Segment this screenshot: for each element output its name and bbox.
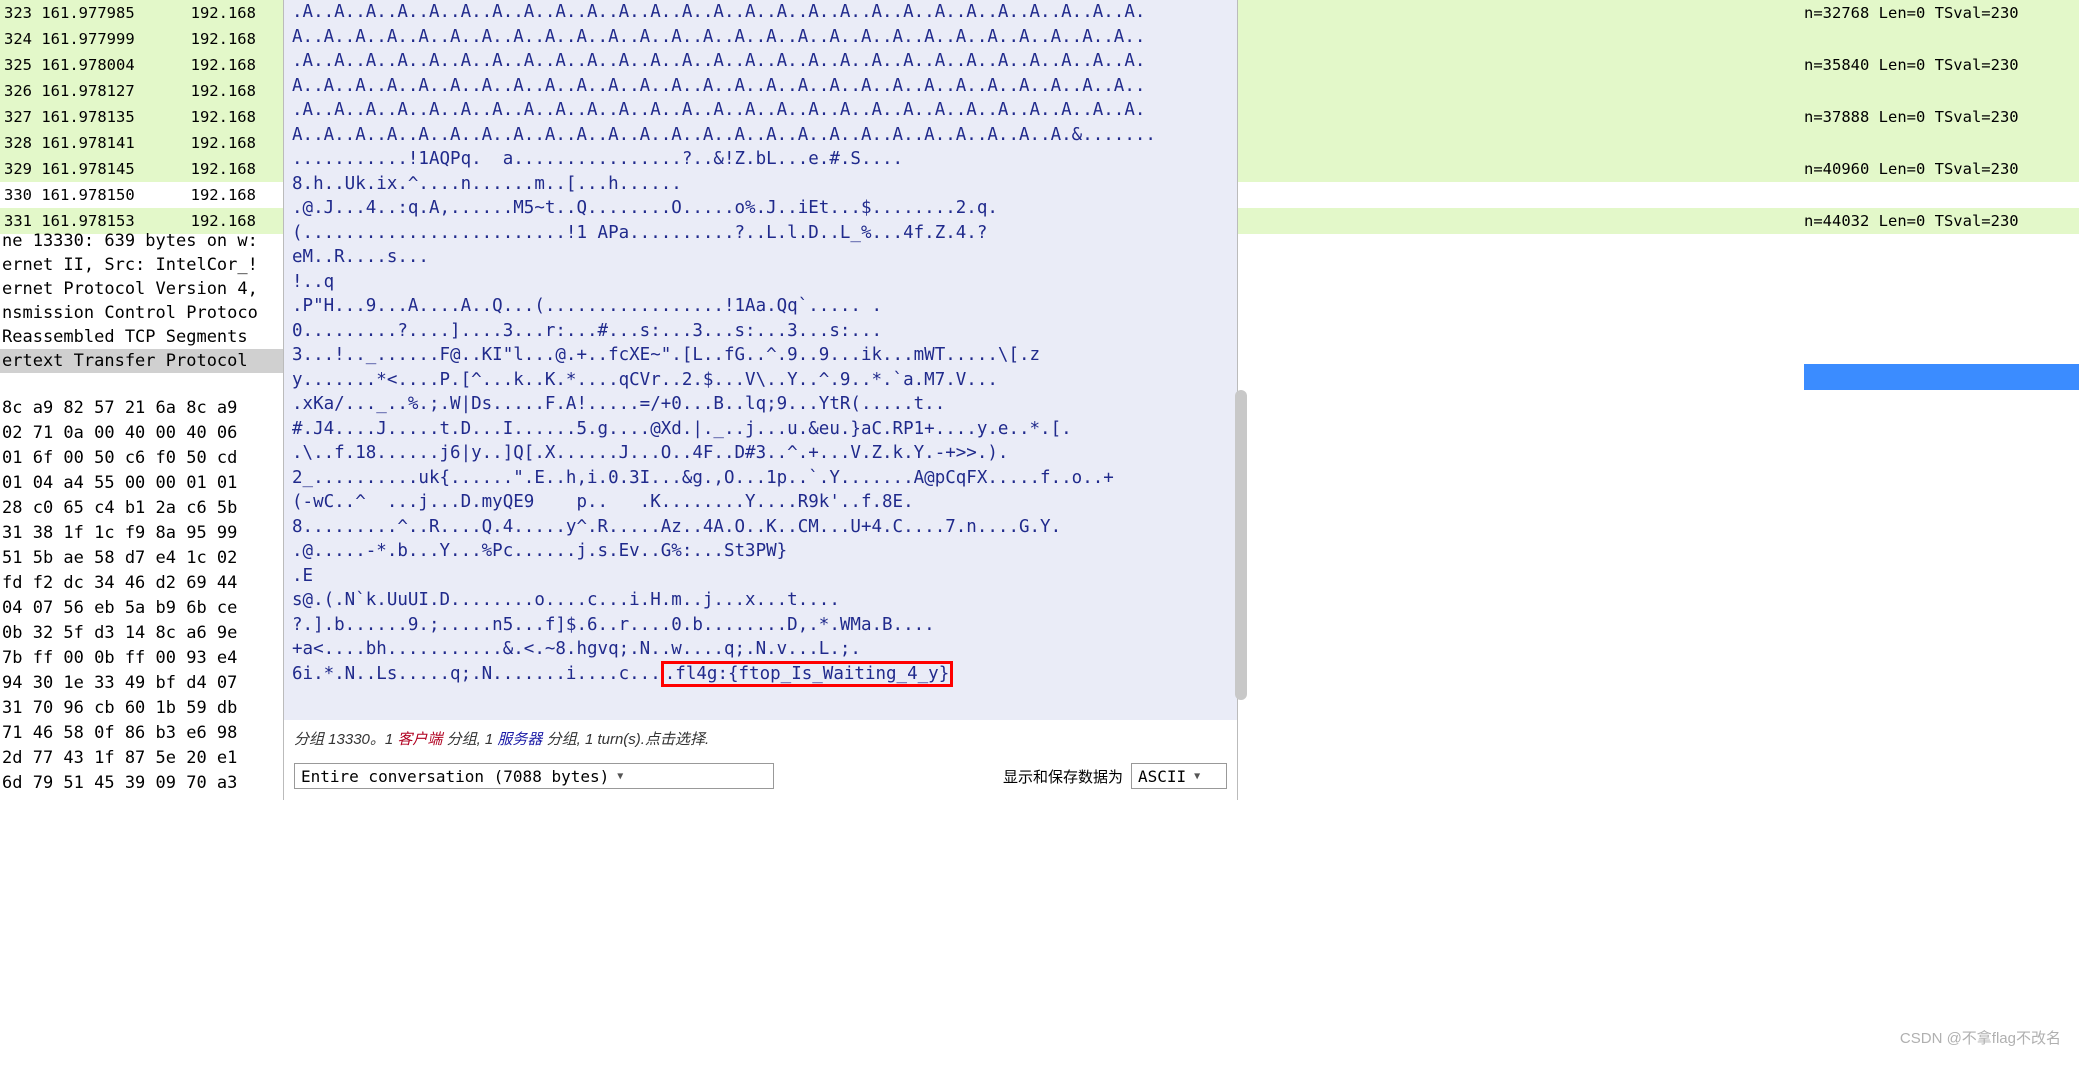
hex-row[interactable]: 28 c0 65 c4 b1 2a c6 5b xyxy=(0,496,237,521)
packet-info-right[interactable]: n=40960 Len=0 TSval=230 xyxy=(1804,156,2079,182)
packet-info-right[interactable]: n=35840 Len=0 TSval=230 xyxy=(1804,52,2079,78)
stream-line: 2_..........uk{......".E..h,i.0.3I...&g.… xyxy=(292,466,1227,491)
packet-info-right[interactable] xyxy=(1804,78,2079,104)
stream-line: ?.].b......9.;.....n5...f]$.6..r....0.b.… xyxy=(292,613,1227,638)
hex-row[interactable]: 02 71 0a 00 40 00 40 06 xyxy=(0,421,237,446)
packet-info-right[interactable] xyxy=(1804,182,2079,208)
stream-line: ...........!1AQPq. a................?..&… xyxy=(292,147,1227,172)
bottom-controls: Entire conversation (7088 bytes) ▼ 显示和保存… xyxy=(284,757,1237,795)
stream-line: 3...!.._......F@..KI"l...@.+..fcXE~".[L.… xyxy=(292,343,1227,368)
stream-line: .A..A..A..A..A..A..A..A..A..A..A..A..A..… xyxy=(292,49,1227,74)
stream-line: !..q xyxy=(292,270,1227,295)
server-count: 服务器 xyxy=(497,731,542,748)
stream-line: (-wC..^ ...j...D.myQE9 p.. .K........Y..… xyxy=(292,490,1227,515)
stream-footer: 分组 13330。1 客户端 分组, 1 服务器 分组, 1 turn(s).点… xyxy=(284,720,1237,757)
stream-line: 0.........?....]....3...r:...#...s:...3.… xyxy=(292,319,1227,344)
selected-row-indicator xyxy=(1804,364,2079,390)
stream-line: .xKa/..._..%.;.W|Ds.....F.A!.....=/+0...… xyxy=(292,392,1227,417)
packet-info-right[interactable]: n=44032 Len=0 TSval=230 xyxy=(1804,208,2079,234)
flag-highlight: .fl4g:{ftop_Is_Waiting_4_y} xyxy=(661,661,953,687)
stream-line: (.........................!1 APa........… xyxy=(292,221,1227,246)
stream-line: A..A..A..A..A..A..A..A..A..A..A..A..A..A… xyxy=(292,123,1227,148)
frame-detail-line[interactable]: ernet Protocol Version 4, xyxy=(0,277,300,301)
follow-stream-dialog: .A..A..A..A..A..A..A..A..A..A..A..A..A..… xyxy=(283,0,1238,800)
scrollbar-thumb[interactable] xyxy=(1235,390,1247,700)
stream-line: +a<....bh...........&.<.~8.hgvq;.N..w...… xyxy=(292,637,1227,662)
chevron-down-icon: ▼ xyxy=(1194,771,1200,782)
stream-line: .\..f.18......j6|y..]Q[.X......J...O..4F… xyxy=(292,441,1227,466)
hex-row[interactable]: 31 70 96 cb 60 1b 59 db xyxy=(0,696,237,721)
stream-content[interactable]: .A..A..A..A..A..A..A..A..A..A..A..A..A..… xyxy=(284,0,1237,720)
stream-line: .A..A..A..A..A..A..A..A..A..A..A..A..A..… xyxy=(292,0,1227,25)
encoding-selector[interactable]: ASCII ▼ xyxy=(1131,763,1227,789)
frame-details-panel: ne 13330: 639 bytes on w: ernet II, Src:… xyxy=(0,229,300,373)
hex-row[interactable]: 31 38 1f 1c f9 8a 95 99 xyxy=(0,521,237,546)
frame-detail-line[interactable]: nsmission Control Protoco xyxy=(0,301,300,325)
hex-dump-panel: 8c a9 82 57 21 6a 8c a902 71 0a 00 40 00… xyxy=(0,396,237,796)
hex-row[interactable]: 71 46 58 0f 86 b3 e6 98 xyxy=(0,721,237,746)
frame-detail-line-selected[interactable]: ertext Transfer Protocol xyxy=(0,349,300,373)
packet-info-right[interactable]: n=37888 Len=0 TSval=230 xyxy=(1804,104,2079,130)
stream-line: .E xyxy=(292,564,1227,589)
hex-row[interactable]: 6d 79 51 45 39 09 70 a3 xyxy=(0,771,237,796)
hex-row[interactable]: 8c a9 82 57 21 6a 8c a9 xyxy=(0,396,237,421)
hex-row[interactable]: 7b ff 00 0b ff 00 93 e4 xyxy=(0,646,237,671)
stream-line: .@.....-*.b...Y...%Pc......j.s.Ev..G%:..… xyxy=(292,539,1227,564)
stream-line: A..A..A..A..A..A..A..A..A..A..A..A..A..A… xyxy=(292,74,1227,99)
packet-info-right[interactable]: n=32768 Len=0 TSval=230 xyxy=(1804,0,2079,26)
watermark: CSDN @不拿flag不改名 xyxy=(1900,1027,2061,1048)
stream-line: #.J4....J.....t.D...I......5.g....@Xd.|.… xyxy=(292,417,1227,442)
stream-line: .A..A..A..A..A..A..A..A..A..A..A..A..A..… xyxy=(292,98,1227,123)
stream-line-flag: 6i.*.N..Ls.....q;.N.......i....c....fl4g… xyxy=(292,662,1227,687)
hex-row[interactable]: 04 07 56 eb 5a b9 6b ce xyxy=(0,596,237,621)
encoding-label: 显示和保存数据为 xyxy=(1003,766,1123,787)
stream-line: .@.J...4..:q.A,......M5~t..Q........O...… xyxy=(292,196,1227,221)
stream-line: .P"H...9...A....A..Q...(................… xyxy=(292,294,1227,319)
packet-info-right[interactable] xyxy=(1804,26,2079,52)
stream-line: y.......*<....P.[^...k..K.*....qCVr..2.$… xyxy=(292,368,1227,393)
hex-row[interactable]: 94 30 1e 33 49 bf d4 07 xyxy=(0,671,237,696)
frame-detail-line[interactable]: Reassembled TCP Segments xyxy=(0,325,300,349)
hex-row[interactable]: 2d 77 43 1f 87 5e 20 e1 xyxy=(0,746,237,771)
hex-row[interactable]: 51 5b ae 58 d7 e4 1c 02 xyxy=(0,546,237,571)
hex-row[interactable]: 01 04 a4 55 00 00 01 01 xyxy=(0,471,237,496)
frame-detail-line[interactable]: ernet II, Src: IntelCor_! xyxy=(0,253,300,277)
stream-line: 8.........^..R....Q.4.....y^.R.....Az..4… xyxy=(292,515,1227,540)
stream-line: A..A..A..A..A..A..A..A..A..A..A..A..A..A… xyxy=(292,25,1227,50)
stream-line: eM..R....s... xyxy=(292,245,1227,270)
hex-row[interactable]: 0b 32 5f d3 14 8c a6 9e xyxy=(0,621,237,646)
packet-info-right[interactable] xyxy=(1804,130,2079,156)
client-count: 客户端 xyxy=(397,731,442,748)
stream-line: 8.h..Uk.ix.^....n......m..[...h...... xyxy=(292,172,1227,197)
hex-row[interactable]: fd f2 dc 34 46 d2 69 44 xyxy=(0,571,237,596)
frame-detail-line[interactable]: ne 13330: 639 bytes on w: xyxy=(0,229,300,253)
stream-line: s@.(.N`k.UuUI.D........o....c...i.H.m..j… xyxy=(292,588,1227,613)
hex-row[interactable]: 01 6f 00 50 c6 f0 50 cd xyxy=(0,446,237,471)
chevron-down-icon: ▼ xyxy=(617,771,623,782)
conversation-selector[interactable]: Entire conversation (7088 bytes) ▼ xyxy=(294,763,774,789)
